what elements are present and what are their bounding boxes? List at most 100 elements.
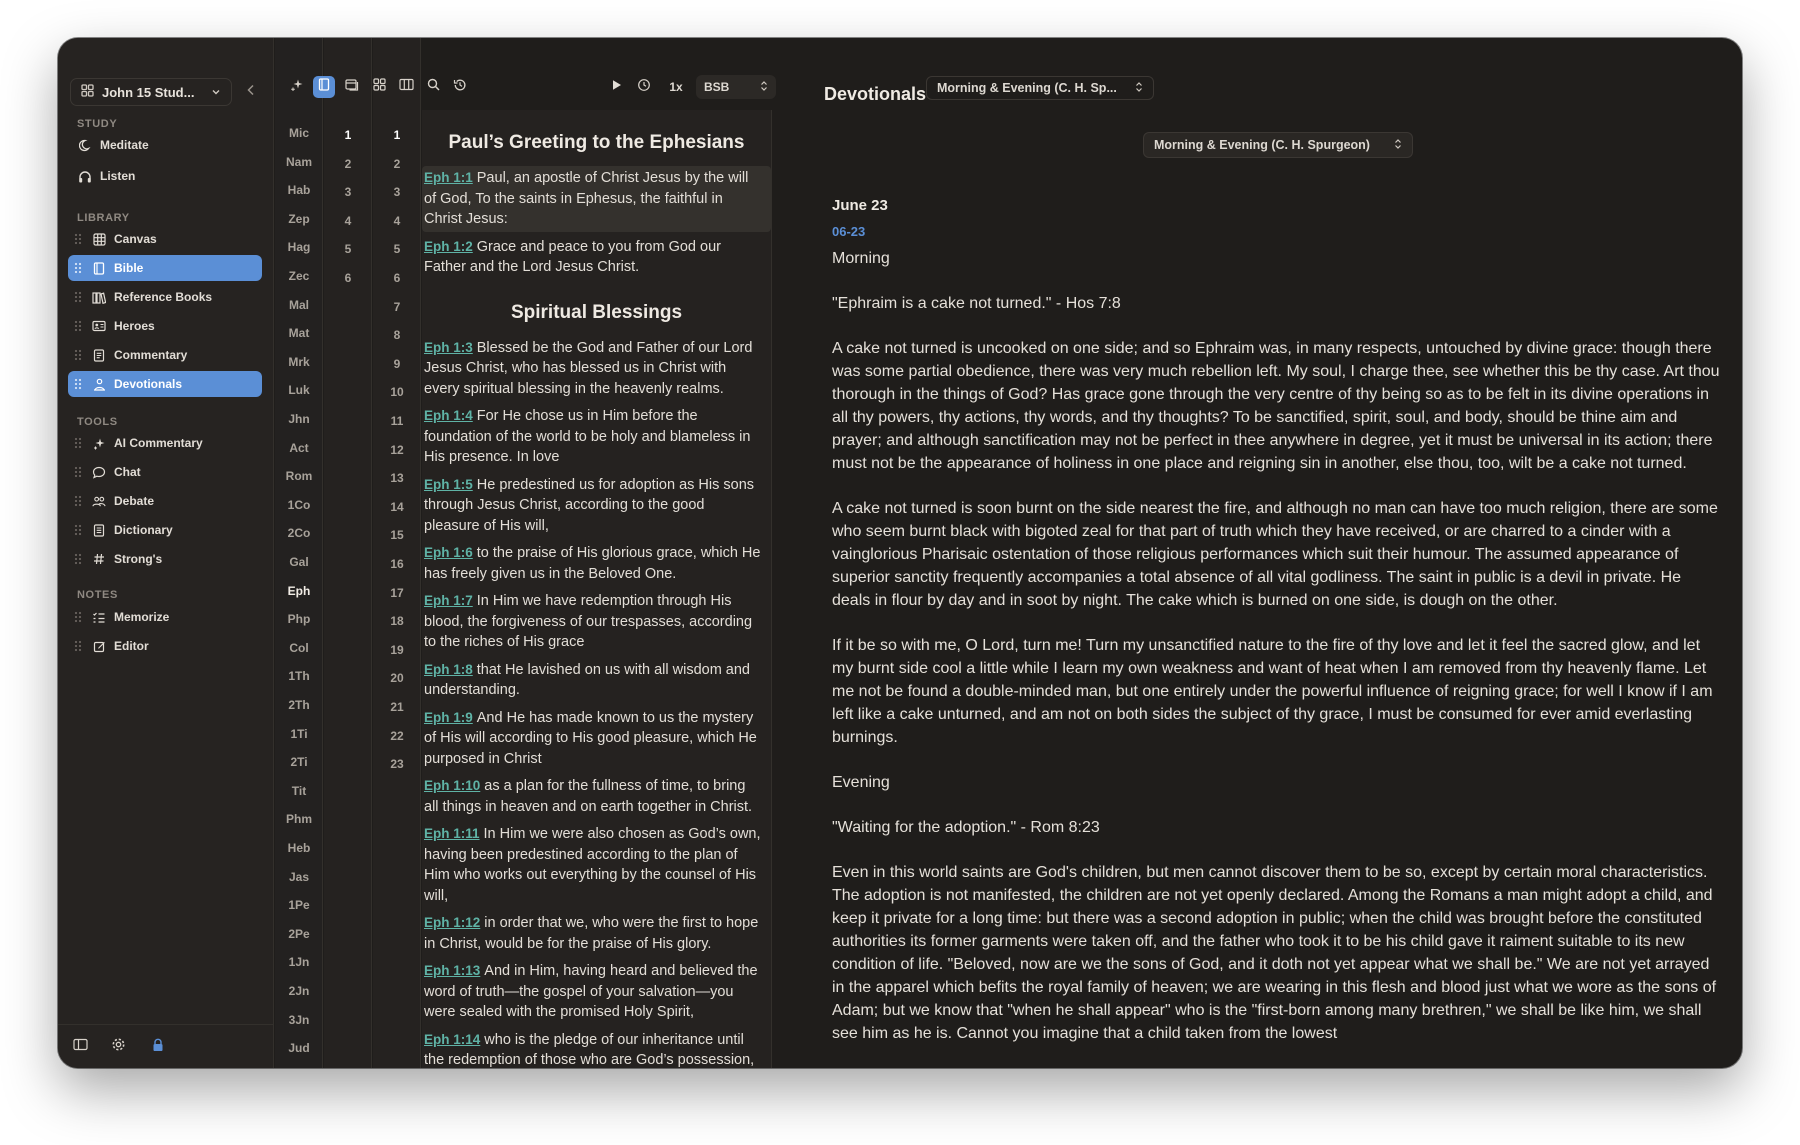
sidebar-item-commentary[interactable]: Commentary bbox=[68, 342, 262, 368]
verse-number-item[interactable]: 23 bbox=[373, 757, 421, 771]
book-item-php[interactable]: Php bbox=[275, 612, 323, 626]
verse-number-item[interactable]: 13 bbox=[373, 471, 421, 485]
drag-handle-icon[interactable] bbox=[74, 291, 82, 303]
search-button[interactable] bbox=[422, 76, 444, 98]
verse-number-item[interactable]: 10 bbox=[373, 385, 421, 399]
verse-number-item[interactable]: 2 bbox=[373, 157, 421, 171]
verse-number-item[interactable]: 9 bbox=[373, 357, 421, 371]
book-item-1th[interactable]: 1Th bbox=[275, 669, 323, 683]
book-item-zep[interactable]: Zep bbox=[275, 212, 323, 226]
compare-view-button[interactable] bbox=[341, 76, 363, 98]
verse-number-item[interactable]: 7 bbox=[373, 300, 421, 314]
chapter-item[interactable]: 6 bbox=[324, 271, 372, 285]
verse-number-item[interactable]: 19 bbox=[373, 643, 421, 657]
verse-reference-link[interactable]: Eph 1:13 bbox=[424, 963, 480, 978]
book-item-jud[interactable]: Jud bbox=[275, 1041, 323, 1055]
book-item-gal[interactable]: Gal bbox=[275, 555, 323, 569]
drag-handle-icon[interactable] bbox=[74, 233, 82, 245]
timer-button[interactable] bbox=[633, 76, 655, 98]
drag-handle-icon[interactable] bbox=[74, 349, 82, 361]
verse-reference-link[interactable]: Eph 1:1 bbox=[424, 170, 473, 185]
verse-reference-link[interactable]: Eph 1:3 bbox=[424, 340, 473, 355]
chapter-item[interactable]: 5 bbox=[324, 242, 372, 256]
playback-speed-button[interactable]: 1x bbox=[662, 75, 690, 99]
collapse-sidebar-button[interactable] bbox=[241, 82, 261, 102]
lock-button[interactable] bbox=[148, 1037, 168, 1057]
verse-number-item[interactable]: 16 bbox=[373, 557, 421, 571]
verse-number-item[interactable]: 4 bbox=[373, 214, 421, 228]
verse-reference-link[interactable]: Eph 1:11 bbox=[424, 826, 480, 841]
book-item-luk[interactable]: Luk bbox=[275, 383, 323, 397]
verse-reference-link[interactable]: Eph 1:9 bbox=[424, 710, 473, 725]
book-item-mic[interactable]: Mic bbox=[275, 126, 323, 140]
verse-number-item[interactable]: 14 bbox=[373, 500, 421, 514]
book-item-tit[interactable]: Tit bbox=[275, 784, 323, 798]
book-item-2th[interactable]: 2Th bbox=[275, 698, 323, 712]
verse-number-item[interactable]: 12 bbox=[373, 443, 421, 457]
verse-reference-link[interactable]: Eph 1:14 bbox=[424, 1032, 480, 1047]
verse[interactable]: Eph 1:3 Blessed be the God and Father of … bbox=[422, 336, 771, 402]
book-item-mrk[interactable]: Mrk bbox=[275, 355, 323, 369]
book-item-1pe[interactable]: 1Pe bbox=[275, 898, 323, 912]
book-item-2ti[interactable]: 2Ti bbox=[275, 755, 323, 769]
book-item-eph[interactable]: Eph bbox=[275, 584, 323, 598]
drag-handle-icon[interactable] bbox=[74, 437, 82, 449]
book-item-1co[interactable]: 1Co bbox=[275, 498, 323, 512]
verse[interactable]: Eph 1:1 Paul, an apostle of Christ Jesus … bbox=[422, 166, 771, 232]
chapter-item[interactable]: 1 bbox=[324, 128, 372, 142]
chapter-item[interactable]: 3 bbox=[324, 185, 372, 199]
drag-handle-icon[interactable] bbox=[74, 553, 82, 565]
settings-button[interactable] bbox=[108, 1037, 128, 1057]
verse-number-item[interactable]: 1 bbox=[373, 128, 421, 142]
verse-number-item[interactable]: 6 bbox=[373, 271, 421, 285]
sidebar-item-heroes[interactable]: Heroes bbox=[68, 313, 262, 339]
sidebar-item-memorize[interactable]: Memorize bbox=[68, 604, 262, 630]
book-item-phm[interactable]: Phm bbox=[275, 812, 323, 826]
drag-handle-icon[interactable] bbox=[74, 262, 82, 274]
verse-number-item[interactable]: 3 bbox=[373, 185, 421, 199]
history-button[interactable] bbox=[449, 76, 471, 98]
verse[interactable]: Eph 1:9 And He has made known to us the m… bbox=[422, 706, 771, 772]
book-item-nam[interactable]: Nam bbox=[275, 155, 323, 169]
verse-number-item[interactable]: 11 bbox=[373, 414, 421, 428]
book-item-hab[interactable]: Hab bbox=[275, 183, 323, 197]
devotional-source-select[interactable]: Morning & Evening (C. H. Sp... bbox=[926, 76, 1154, 100]
book-item-hag[interactable]: Hag bbox=[275, 240, 323, 254]
sidebar-item-devotionals[interactable]: Devotionals bbox=[68, 371, 262, 397]
verse[interactable]: Eph 1:7 In Him we have redemption through… bbox=[422, 589, 771, 655]
verse-number-item[interactable]: 17 bbox=[373, 586, 421, 600]
columns-view-button[interactable] bbox=[395, 76, 417, 98]
reader-view-button[interactable] bbox=[313, 76, 335, 98]
verse[interactable]: Eph 1:14 who is the pledge of our inherit… bbox=[422, 1028, 771, 1069]
verse-number-item[interactable]: 5 bbox=[373, 242, 421, 256]
chapter-item[interactable]: 2 bbox=[324, 157, 372, 171]
drag-handle-icon[interactable] bbox=[74, 466, 82, 478]
sidebar-item-strongs[interactable]: Strong's bbox=[68, 546, 262, 572]
verse-reference-link[interactable]: Eph 1:10 bbox=[424, 778, 480, 793]
sidebar-item-ai-commentary[interactable]: AI Commentary bbox=[68, 430, 262, 456]
sidebar-item-dictionary[interactable]: Dictionary bbox=[68, 517, 262, 543]
verse-number-item[interactable]: 18 bbox=[373, 614, 421, 628]
drag-handle-icon[interactable] bbox=[74, 320, 82, 332]
book-item-2pe[interactable]: 2Pe bbox=[275, 927, 323, 941]
study-switcher[interactable]: John 15 Stud... bbox=[70, 78, 232, 106]
drag-handle-icon[interactable] bbox=[74, 378, 82, 390]
drag-handle-icon[interactable] bbox=[74, 524, 82, 536]
book-item-1jn[interactable]: 1Jn bbox=[275, 955, 323, 969]
toggle-panels-button[interactable] bbox=[70, 1037, 90, 1057]
book-item-act[interactable]: Act bbox=[275, 441, 323, 455]
sidebar-item-debate[interactable]: Debate bbox=[68, 488, 262, 514]
verse-reference-link[interactable]: Eph 1:6 bbox=[424, 545, 473, 560]
sidebar-item-meditate[interactable]: Meditate bbox=[68, 132, 262, 158]
verse[interactable]: Eph 1:10 as a plan for the fullness of ti… bbox=[422, 774, 771, 819]
verse-number-item[interactable]: 21 bbox=[373, 700, 421, 714]
book-item-2co[interactable]: 2Co bbox=[275, 526, 323, 540]
verse-reference-link[interactable]: Eph 1:7 bbox=[424, 593, 473, 608]
book-item-jhn[interactable]: Jhn bbox=[275, 412, 323, 426]
verse[interactable]: Eph 1:2 Grace and peace to you from God o… bbox=[422, 235, 771, 280]
verse-reference-link[interactable]: Eph 1:8 bbox=[424, 662, 473, 677]
book-item-1ti[interactable]: 1Ti bbox=[275, 727, 323, 741]
verse[interactable]: Eph 1:12 in order that we, who were the f… bbox=[422, 911, 771, 956]
verse[interactable]: Eph 1:4 For He chose us in Him before the… bbox=[422, 404, 771, 470]
verse[interactable]: Eph 1:6 to the praise of His glorious gra… bbox=[422, 541, 771, 586]
